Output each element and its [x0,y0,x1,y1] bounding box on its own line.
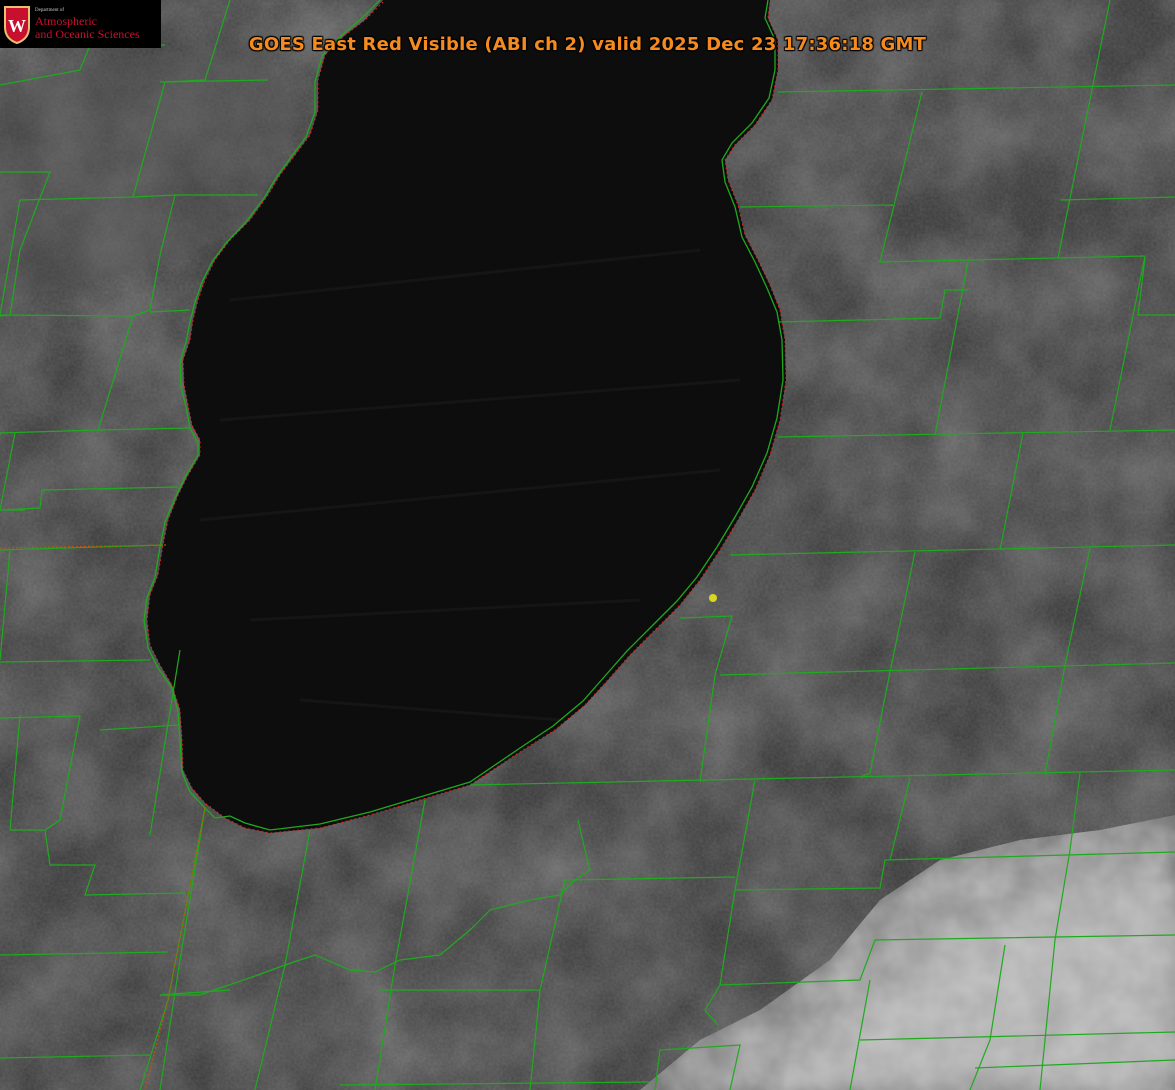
uw-crest-icon: W [4,6,30,45]
svg-text:W: W [8,16,26,36]
logo-line-2: and Oceanic Sciences [35,27,140,41]
map-title: GOES East Red Visible (ABI ch 2) valid 2… [248,34,927,55]
station-marker-icon [709,594,717,602]
uw-aos-logo: W Department of Atmospheric and Oceanic … [0,0,161,48]
logo-department: Department of [35,8,65,13]
satellite-map [0,0,1175,1090]
